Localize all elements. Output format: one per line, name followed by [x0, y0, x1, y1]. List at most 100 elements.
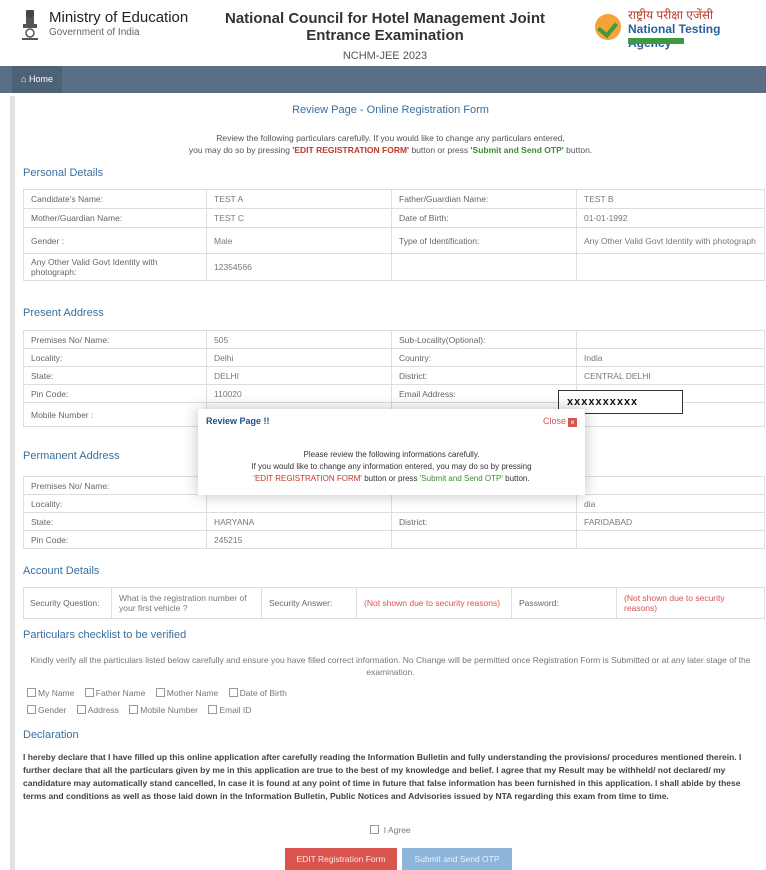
field-label: Father/Guardian Name: — [391, 189, 577, 209]
field-value: India — [576, 348, 765, 367]
nta-tagline-bar — [628, 38, 684, 44]
checkbox-mobile-number[interactable]: Mobile Number — [129, 705, 198, 715]
field-label: District: — [391, 366, 577, 385]
ministry-subtitle: Government of India — [49, 27, 140, 38]
agree-checkbox[interactable]: I Agree — [15, 825, 766, 835]
home-icon: ⌂ — [21, 74, 27, 84]
field-value: Any Other Valid Govt Identity with photo… — [576, 227, 765, 254]
home-label: Home — [28, 74, 53, 84]
field-label: Type of Identification: — [391, 227, 577, 254]
field-label: Date of Birth: — [391, 208, 577, 228]
field-label: Mother/Guardian Name: — [23, 208, 207, 228]
account-details-heading: Account Details — [23, 565, 100, 577]
national-emblem-icon — [22, 10, 38, 40]
password-label: Password: — [511, 587, 617, 619]
password-value: (Not shown due to security reasons) — [616, 587, 765, 619]
security-answer-label: Security Answer: — [261, 587, 357, 619]
field-value — [206, 494, 392, 513]
field-value — [576, 476, 765, 495]
checklist-text: Kindly verify all the particulars listed… — [30, 655, 751, 677]
checkbox-address[interactable]: Address — [76, 705, 119, 715]
table-row: Premises No/ Name: 505 Sub-Locality(Opti… — [23, 330, 765, 349]
field-label: Premises No/ Name: — [23, 476, 207, 495]
table-row: Candidate's Name: TEST A Father/Guardian… — [23, 189, 765, 209]
field-value: 01-01-1992 — [576, 208, 765, 228]
checkbox-label: Address — [87, 705, 119, 715]
checkbox-label: Gender — [38, 705, 67, 715]
field-label: Locality: — [23, 348, 207, 367]
field-value: 110020 — [206, 384, 392, 403]
field-value: Delhi — [206, 348, 392, 367]
field-value: dia — [576, 494, 765, 513]
checkbox-date-of-birth[interactable]: Date of Birth — [228, 688, 287, 698]
submit-send-otp-button[interactable]: Submit and Send OTP — [402, 848, 512, 870]
field-label: Gender : — [23, 227, 207, 254]
modal-end-text: button. — [502, 474, 530, 483]
field-value: 505 — [206, 330, 392, 349]
field-label: Mobile Number : — [23, 402, 207, 427]
field-value: Male — [206, 227, 392, 254]
nta-hindi-name: राष्ट्रीय परीक्षा एजेंसी — [628, 8, 714, 22]
field-label: Pin Code: — [23, 384, 207, 403]
navbar: ⌂ Home — [0, 66, 766, 93]
table-row: Any Other Valid Govt Identity with photo… — [23, 253, 765, 281]
field-label: Any Other Valid Govt Identity with photo… — [23, 253, 207, 281]
field-label: Locality: — [23, 494, 207, 513]
instructions-line1: Review the following particulars careful… — [216, 133, 565, 143]
ministry-title: Ministry of Education — [49, 9, 189, 26]
field-label: Country: — [391, 348, 577, 367]
modal-mid-text: button or press — [361, 474, 420, 483]
checkbox-mother-name[interactable]: Mother Name — [155, 688, 218, 698]
modal-close-button[interactable]: Close × — [543, 416, 577, 427]
field-label: Premises No/ Name: — [23, 330, 207, 349]
checkbox-gender[interactable]: Gender — [27, 705, 66, 715]
agree-label: I Agree — [383, 825, 411, 835]
table-row: State: HARYANA District: FARIDABAD — [23, 512, 765, 531]
table-row: Locality: Delhi Country: India — [23, 348, 765, 367]
checkbox-icon — [155, 688, 165, 697]
field-value: TEST B — [576, 189, 765, 209]
field-label: Pin Code: — [23, 530, 207, 549]
checkbox-icon — [76, 705, 86, 714]
checkbox-label: Date of Birth — [239, 688, 287, 698]
checkbox-icon — [84, 688, 94, 697]
field-label: District: — [391, 512, 577, 531]
checkbox-father-name[interactable]: Father Name — [84, 688, 146, 698]
checklist-row-2: Gender Address Mobile Number Email ID — [27, 705, 259, 715]
account-details-table: Security Question: What is the registrat… — [23, 587, 765, 619]
checkbox-label: Father Name — [95, 688, 146, 698]
field-label: Candidate's Name: — [23, 189, 207, 209]
checkbox-label: My Name — [38, 688, 75, 698]
checkbox-icon — [129, 705, 139, 714]
table-row: Mother/Guardian Name: TEST C Date of Bir… — [23, 208, 765, 228]
close-icon: × — [568, 418, 577, 427]
checkbox-email-id[interactable]: Email ID — [208, 705, 251, 715]
page-title: Review Page - Online Registration Form — [292, 104, 489, 116]
home-button[interactable]: ⌂ Home — [12, 66, 62, 93]
instructions-post: button. — [563, 145, 593, 155]
checklist-row-1: My Name Father Name Mother Name Date of … — [27, 688, 295, 698]
checkbox-icon — [370, 825, 380, 834]
review-modal: Review Page !! Close × Please review the … — [198, 409, 585, 495]
instructions: Review the following particulars careful… — [15, 132, 766, 156]
table-row: State: DELHI District: CENTRAL DELHI — [23, 366, 765, 385]
field-label — [391, 253, 577, 281]
declaration-text: I hereby declare that I have filled up t… — [23, 752, 742, 801]
table-row: Locality: dia — [23, 494, 765, 513]
instructions-mid: button or press — [409, 145, 471, 155]
present-address-heading: Present Address — [23, 307, 104, 319]
checkbox-icon — [27, 705, 36, 714]
edit-registration-button[interactable]: EDIT Registration Form — [285, 848, 397, 870]
security-question-value: What is the registration number of your … — [111, 587, 262, 619]
nta-name: National Testing Agency — [628, 22, 721, 50]
field-value: HARYANA — [206, 512, 392, 531]
personal-details-table: Candidate's Name: TEST A Father/Guardian… — [23, 189, 765, 281]
security-answer-value: (Not shown due to security reasons) — [356, 587, 512, 619]
council-title: National Council for Hotel Management Jo… — [224, 10, 546, 44]
close-label: Close — [542, 416, 566, 426]
instructions-submit-text: 'Submit and Send OTP' — [470, 145, 564, 155]
declaration-heading: Declaration — [23, 729, 79, 741]
field-label — [391, 494, 577, 513]
checkbox-my-name[interactable]: My Name — [27, 688, 74, 698]
permanent-address-heading: Permanent Address — [23, 450, 120, 462]
